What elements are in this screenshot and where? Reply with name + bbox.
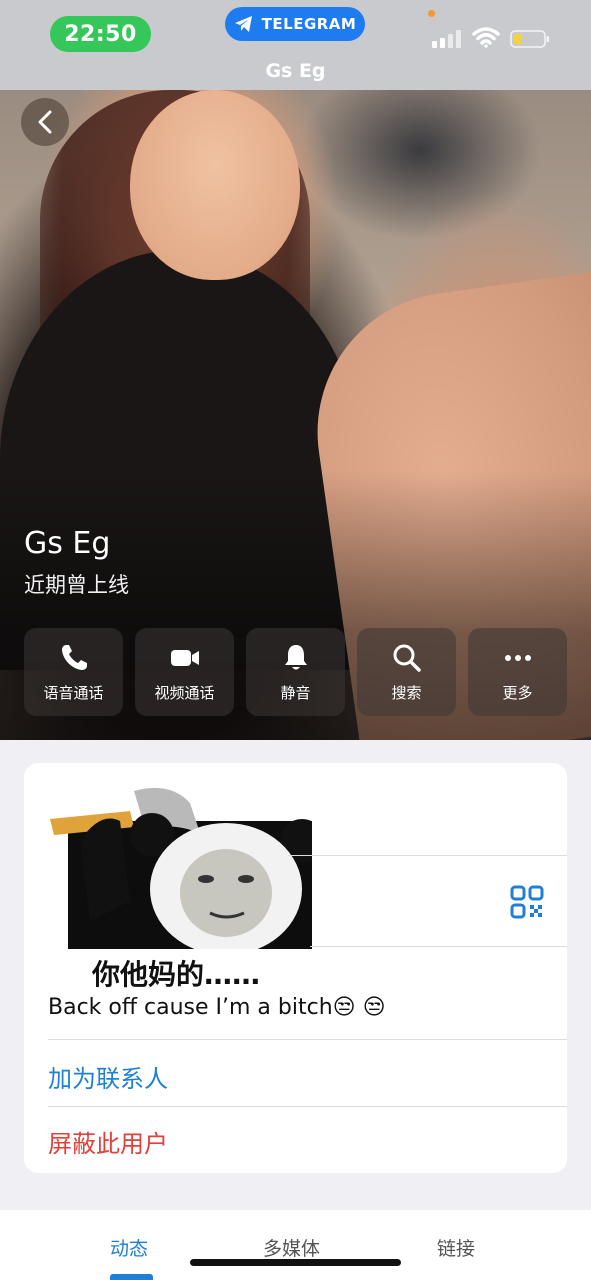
cellular-signal-icon [432, 30, 461, 48]
divider [310, 946, 567, 947]
profile-status: 近期曾上线 [24, 573, 129, 597]
back-button[interactable] [21, 98, 69, 146]
more-label: 更多 [502, 683, 533, 702]
panda-meme-sticker [50, 787, 312, 949]
info-card: 你他妈的…… Back off cause I’m a bitch😒 😒 加为联… [24, 763, 567, 1173]
mute-button[interactable]: 静音 [246, 628, 345, 716]
bell-icon [284, 644, 307, 669]
video-icon [170, 649, 199, 666]
divider [288, 855, 567, 856]
voice-call-label: 语音通话 [43, 683, 104, 702]
mute-label: 静音 [280, 683, 311, 702]
divider [48, 1106, 567, 1107]
chevron-left-icon [38, 110, 52, 134]
profile-name: Gs Eg [24, 526, 111, 561]
qr-code-icon[interactable] [510, 885, 544, 919]
status-bar: 22:50 TELEGRAM Gs Eg [0, 0, 591, 90]
photo-face [130, 90, 300, 280]
tab-links[interactable]: 链接 [437, 1234, 475, 1261]
battery-icon [510, 30, 549, 48]
tab-posts[interactable]: 动态 [110, 1234, 148, 1261]
meme-caption: 你他妈的…… [92, 958, 261, 991]
media-tab-bar: 动态 多媒体 链接 [0, 1210, 591, 1280]
status-time: 22:50 [50, 16, 151, 52]
search-label: 搜索 [391, 683, 422, 702]
block-user-button[interactable]: 屏蔽此用户 [48, 1124, 168, 1159]
header-title: Gs Eg [265, 60, 326, 82]
wifi-icon [472, 27, 500, 48]
tab-media[interactable]: 多媒体 [263, 1234, 320, 1261]
add-contact-button[interactable]: 加为联系人 [48, 1059, 168, 1094]
video-call-button[interactable]: 视频通话 [135, 628, 234, 716]
bio-text: Back off cause I’m a bitch😒 😒 [48, 995, 386, 1020]
search-icon [393, 644, 421, 672]
telegram-pill-label: TELEGRAM [261, 15, 357, 33]
telegram-icon [234, 16, 252, 32]
active-tab-indicator [110, 1274, 153, 1280]
phone-icon [61, 644, 87, 670]
telegram-pill[interactable]: TELEGRAM [225, 7, 365, 41]
more-button[interactable]: 更多 [468, 628, 567, 716]
privacy-indicator [428, 10, 435, 17]
video-call-label: 视频通话 [154, 683, 215, 702]
divider [48, 1039, 567, 1040]
more-icon [504, 654, 531, 661]
voice-call-button[interactable]: 语音通话 [24, 628, 123, 716]
home-indicator[interactable] [190, 1259, 401, 1266]
action-bar: 语音通话 视频通话 静音 搜索 更多 [24, 628, 567, 716]
search-button[interactable]: 搜索 [357, 628, 456, 716]
